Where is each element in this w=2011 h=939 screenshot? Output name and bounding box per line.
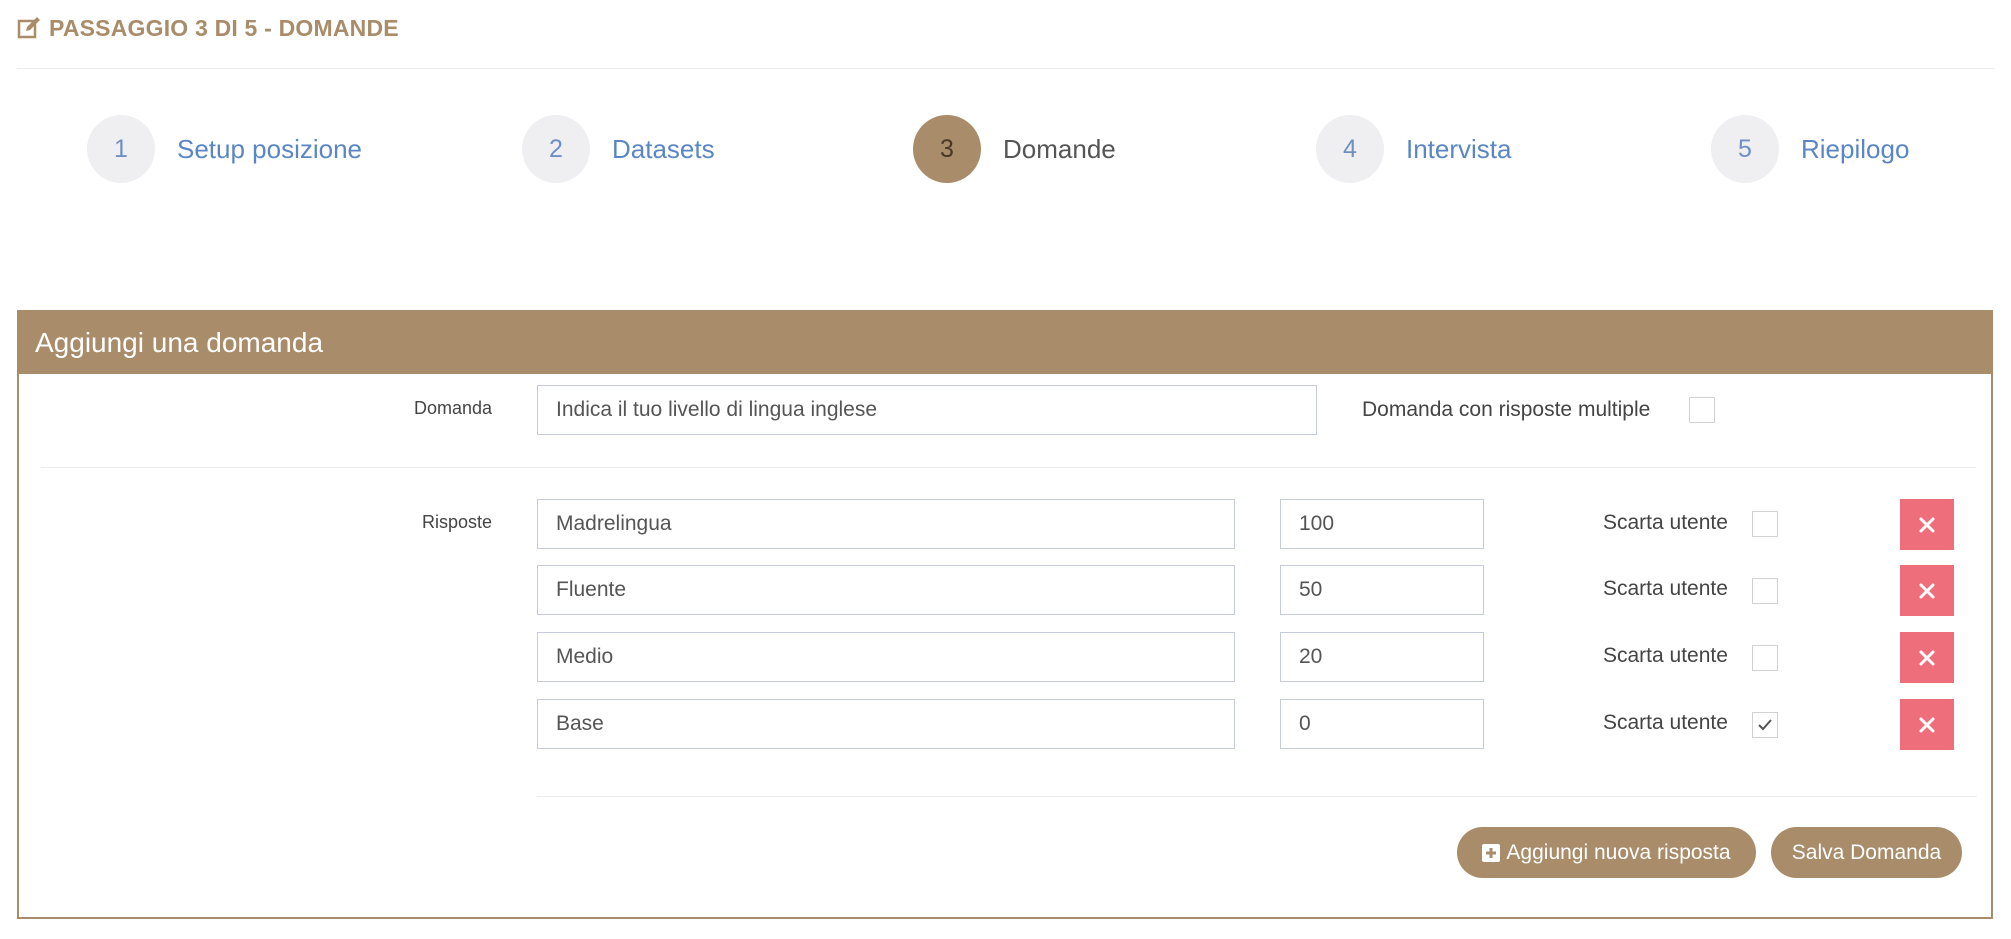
- step-label: Domande: [1003, 133, 1116, 164]
- multiple-answers-checkbox[interactable]: [1689, 397, 1715, 423]
- panel-title: Aggiungi una domanda: [19, 312, 1991, 374]
- delete-answer-button[interactable]: [1900, 565, 1954, 616]
- step-number: 5: [1711, 115, 1779, 183]
- step-number: 1: [87, 115, 155, 183]
- discard-user-checkbox-checked[interactable]: [1752, 712, 1778, 738]
- discard-user-checkbox[interactable]: [1752, 645, 1778, 671]
- answers-label: Risposte: [421, 512, 492, 532]
- add-answer-label: Aggiungi nuova risposta: [1506, 840, 1731, 864]
- step-label: Intervista: [1406, 133, 1512, 164]
- answer-score-input[interactable]: 0: [1280, 699, 1484, 749]
- close-icon: [1919, 650, 1935, 665]
- discard-user-label: Scarta utente: [1603, 577, 1728, 600]
- question-label: Domanda: [413, 398, 492, 418]
- discard-user-checkbox[interactable]: [1752, 511, 1778, 537]
- checkmark-icon: [1758, 719, 1772, 731]
- page-title-text: PASSAGGIO 3 DI 5 - DOMANDE: [49, 14, 399, 41]
- question-input[interactable]: Indica il tuo livello di lingua inglese: [537, 385, 1317, 435]
- actions-divider: [537, 796, 1977, 797]
- answer-text-input[interactable]: Medio: [537, 632, 1235, 682]
- delete-answer-button[interactable]: [1900, 632, 1954, 683]
- multiple-answers-label: Domanda con risposte multiple: [1362, 398, 1651, 421]
- discard-user-label: Scarta utente: [1603, 711, 1728, 734]
- delete-answer-button[interactable]: [1900, 699, 1954, 750]
- step-number: 4: [1316, 115, 1384, 183]
- close-icon: [1919, 583, 1935, 598]
- step-4[interactable]: 4 Intervista: [1316, 115, 1512, 183]
- plus-square-icon: [1482, 843, 1501, 862]
- step-label: Setup posizione: [177, 133, 363, 164]
- step-2[interactable]: 2 Datasets: [522, 115, 715, 183]
- close-icon: [1919, 517, 1935, 532]
- row-divider: [41, 467, 1976, 468]
- discard-user-label: Scarta utente: [1603, 644, 1728, 667]
- step-number: 2: [522, 115, 590, 183]
- delete-answer-button[interactable]: [1900, 499, 1954, 550]
- answer-score-input[interactable]: 100: [1280, 499, 1484, 549]
- edit-icon: [17, 17, 40, 39]
- discard-user-checkbox[interactable]: [1752, 578, 1778, 604]
- page-title: PASSAGGIO 3 DI 5 - DOMANDE: [17, 12, 399, 44]
- add-answer-button[interactable]: Aggiungi nuova risposta: [1457, 827, 1756, 878]
- close-icon: [1919, 717, 1935, 732]
- header-divider: [17, 68, 1995, 69]
- discard-user-label: Scarta utente: [1603, 511, 1728, 534]
- step-number: 3: [913, 115, 981, 183]
- answer-text-input[interactable]: Fluente: [537, 565, 1235, 615]
- answer-score-input[interactable]: 20: [1280, 632, 1484, 682]
- step-label: Datasets: [612, 133, 715, 164]
- step-5[interactable]: 5 Riepilogo: [1711, 115, 1909, 183]
- step-label: Riepilogo: [1801, 133, 1910, 164]
- answer-score-input[interactable]: 50: [1280, 565, 1484, 615]
- save-question-button[interactable]: Salva Domanda: [1771, 827, 1962, 878]
- step-1[interactable]: 1 Setup posizione: [87, 115, 362, 183]
- answer-text-input[interactable]: Madrelingua: [537, 499, 1235, 549]
- step-3[interactable]: 3 Domande: [913, 115, 1116, 183]
- answer-text-input[interactable]: Base: [537, 699, 1235, 749]
